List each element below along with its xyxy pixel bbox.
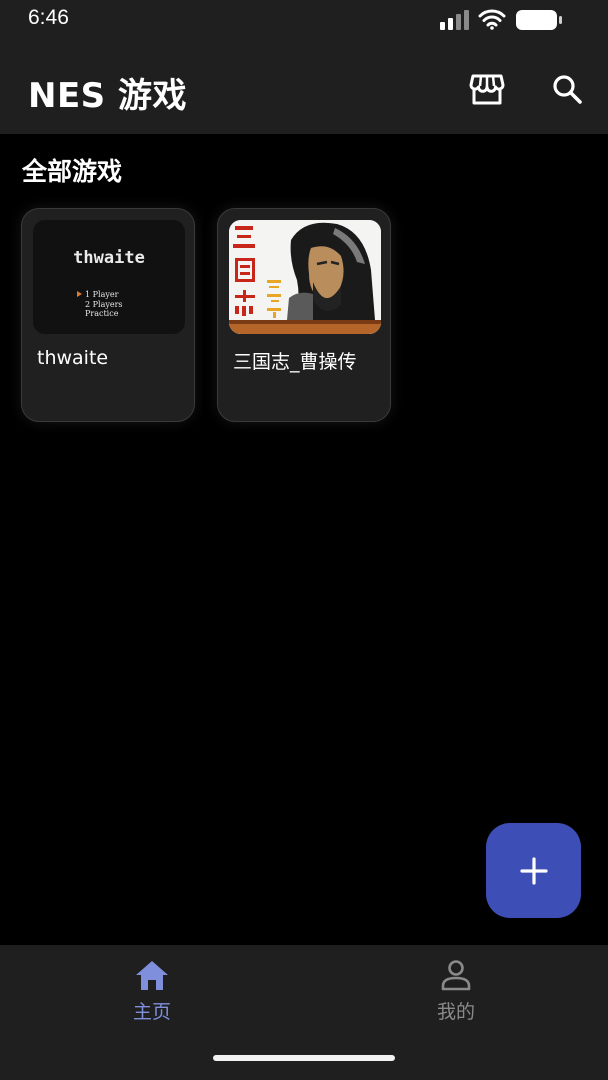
game-title: thwaite <box>37 347 109 369</box>
home-indicator[interactable] <box>213 1055 395 1061</box>
menu-option: 1 Player <box>85 290 119 299</box>
nav-item-home[interactable]: 主页 <box>92 959 212 1024</box>
store-button[interactable] <box>463 65 511 113</box>
home-icon <box>136 961 168 990</box>
battery-icon <box>516 10 562 30</box>
character-shoulder <box>287 292 313 320</box>
app-bar: NES 游戏 <box>0 40 608 134</box>
wifi-icon <box>478 9 506 30</box>
thumbnail-menu: 1 Player 2 Players Practice <box>85 290 123 319</box>
status-time: 6:46 <box>28 6 69 29</box>
section-title: 全部游戏 <box>22 157 123 186</box>
app-title: NES 游戏 <box>28 76 188 116</box>
bottom-nav: 主页 我的 <box>0 945 608 1080</box>
search-icon <box>553 75 582 104</box>
person-icon <box>441 960 471 991</box>
cover-art <box>229 220 381 334</box>
store-icon <box>469 74 505 105</box>
nav-item-profile[interactable]: 我的 <box>396 959 516 1024</box>
cellular-signal-icon <box>440 10 469 30</box>
game-card-thwaite[interactable]: thwaite 1 Player 2 Players Practice thwa… <box>21 208 195 422</box>
nav-label-profile: 我的 <box>436 1001 475 1023</box>
game-card-sanguozhi[interactable]: 三国志_曹操传 <box>217 208 391 422</box>
game-thumbnail <box>229 220 381 334</box>
plus-icon <box>519 856 548 885</box>
add-game-button[interactable] <box>486 823 581 918</box>
search-button[interactable] <box>543 65 591 113</box>
game-thumbnail: thwaite 1 Player 2 Players Practice <box>33 220 185 334</box>
menu-cursor-icon <box>77 291 82 297</box>
menu-option: Practice <box>85 309 119 318</box>
nav-label-home: 主页 <box>132 1001 171 1023</box>
status-bar: 6:46 <box>0 0 608 40</box>
game-title: 三国志_曹操传 <box>233 351 357 373</box>
thumbnail-title: thwaite <box>73 248 145 268</box>
menu-option: 2 Players <box>85 299 123 309</box>
